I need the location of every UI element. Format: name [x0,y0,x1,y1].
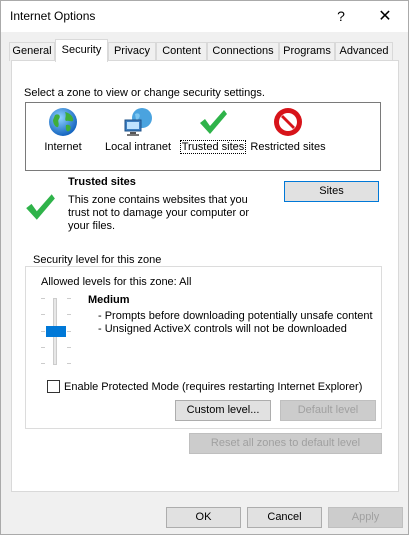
slider-tick [67,314,71,315]
zone-label: Internet [44,141,82,153]
selected-zone-title: Trusted sites [68,176,136,188]
tab-connections[interactable]: Connections [207,42,279,61]
no-entry-icon [272,106,304,141]
tab-general[interactable]: General [9,42,55,61]
slider-tick [67,347,71,348]
slider-tick [41,331,45,332]
zone-label: Restricted sites [250,141,326,153]
security-level-group-label: Security level for this zone [31,254,164,266]
custom-level-button[interactable]: Custom level... [175,400,271,421]
ok-button[interactable]: OK [166,507,241,528]
help-button[interactable]: ? [321,1,361,32]
slider-tick [41,347,45,348]
zone-label: Local intranet [104,141,172,153]
apply-button[interactable]: Apply [328,507,403,528]
level-detail-line: - Unsigned ActiveX controls will not be … [98,323,347,335]
slider-tick [41,314,45,315]
zone-restricted-sites[interactable]: Restricted sites [250,103,326,170]
slider-tick [41,298,45,299]
security-level-name: Medium [88,294,130,306]
slider-tick [67,363,71,364]
green-check-icon [197,106,229,141]
protected-mode-label[interactable]: Enable Protected Mode (requires restarti… [64,381,362,393]
zone-internet[interactable]: Internet [32,103,94,170]
sites-button-label: Sites [319,185,344,197]
security-level-details: - Prompts before downloading potentially… [98,310,383,336]
globe-icon [47,106,79,141]
window-title: Internet Options [10,9,96,23]
zone-trusted-sites[interactable]: Trusted sites [178,103,248,170]
cancel-button[interactable]: Cancel [247,507,322,528]
slider-tick [67,331,71,332]
slider-tick [67,298,71,299]
tab-advanced[interactable]: Advanced [335,42,393,61]
internet-options-window: Internet Options ? ✕ General Security Pr… [0,0,409,535]
zone-prompt: Select a zone to view or change security… [24,87,265,99]
close-button[interactable]: ✕ [365,1,405,32]
zone-local-intranet[interactable]: Local intranet [100,103,176,170]
selected-zone-description: This zone contains websites that you tru… [68,194,249,232]
trusted-sites-check-icon [23,190,57,227]
slider-tick [41,363,45,364]
security-level-slider-thumb[interactable] [46,326,66,337]
tab-privacy[interactable]: Privacy [108,42,156,61]
zone-label: Trusted sites [179,140,247,154]
level-detail-line: - Prompts before downloading potentially… [98,310,373,322]
intranet-icon [122,106,154,141]
tab-security[interactable]: Security [55,39,108,62]
reset-all-zones-button[interactable]: Reset all zones to default level [189,433,382,454]
sites-button[interactable]: Sites [284,181,379,202]
zone-list: Internet Local intranet Trusted sites Re… [25,102,381,171]
protected-mode-checkbox[interactable] [47,380,60,393]
title-bar: Internet Options ? ✕ [1,1,408,32]
default-level-button[interactable]: Default level [280,400,376,421]
tab-content[interactable]: Content [156,42,207,61]
tab-programs[interactable]: Programs [279,42,335,61]
allowed-levels-text: Allowed levels for this zone: All [41,276,192,288]
